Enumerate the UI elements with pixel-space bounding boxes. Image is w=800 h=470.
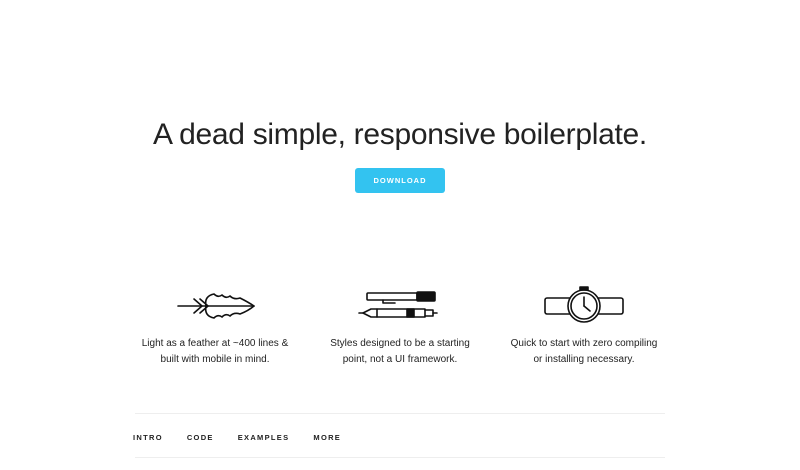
feature-feather-line2: built with mobile in mind. [160,354,270,365]
feature-pens-line1: Styles designed to be a starting [330,338,470,349]
nav-item-examples[interactable]: EXAMPLES [238,432,290,444]
watch-icon [544,286,624,323]
page: A dead simple, responsive boilerplate. D… [0,0,800,470]
feature-feather-line1: Light as a feather at ~400 lines & [141,338,289,349]
feature-watch-line2: or installing necessary. [533,354,635,365]
pens-icon [358,291,438,318]
section-nav: INTRO CODE EXAMPLES MORE [133,432,365,444]
download-button[interactable]: DOWNLOAD [355,168,445,193]
nav-item-code[interactable]: CODE [187,432,214,444]
feature-pens: Styles designed to be a starting point, … [310,286,490,368]
nav-top-divider [135,413,665,414]
nav-item-intro[interactable]: INTRO [133,432,163,444]
feather-icon [177,293,255,319]
feature-feather: Light as a feather at ~400 lines & built… [125,286,305,368]
nav-item-more[interactable]: MORE [313,432,341,444]
feature-watch: Quick to start with zero compiling or in… [494,286,674,368]
nav-bottom-divider [135,457,665,458]
feature-watch-line1: Quick to start with zero compiling [510,338,658,349]
hero-title: A dead simple, responsive boilerplate. [153,118,647,151]
feature-pens-line2: point, not a UI framework. [342,354,458,365]
